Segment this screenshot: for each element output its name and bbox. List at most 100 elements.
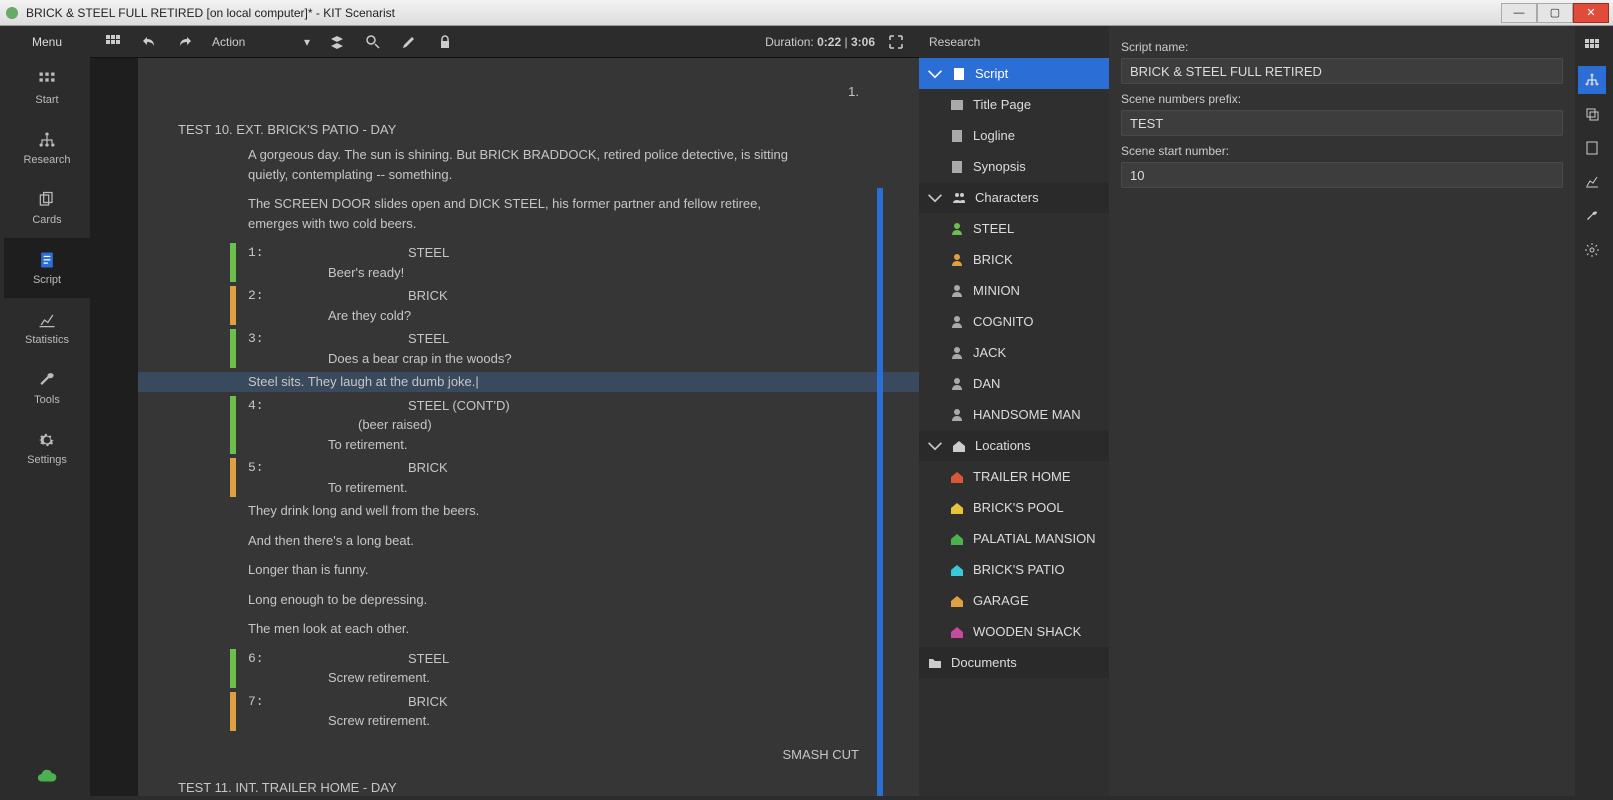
person-icon [949, 345, 965, 361]
current-line: Steel sits. They laugh at the dumb joke.… [138, 372, 919, 392]
right-tool-wrench[interactable] [1578, 202, 1606, 230]
scene-prefix-input[interactable] [1121, 110, 1563, 136]
page-number: 1. [178, 82, 859, 102]
paragraph-style-select[interactable]: Action ▾ [206, 30, 316, 54]
home-icon [949, 500, 965, 516]
duration-label: Duration: [765, 35, 814, 49]
document-icon [951, 66, 967, 82]
sidebar-item-settings[interactable]: Settings [4, 418, 90, 478]
gear-icon [37, 430, 57, 450]
person-icon [949, 407, 965, 423]
tree-item-location[interactable]: TRAILER HOME [919, 461, 1109, 492]
revision-number: 5: [248, 458, 264, 478]
tree-item-character[interactable]: DAN [919, 368, 1109, 399]
scene-start-input[interactable] [1121, 162, 1563, 188]
person-icon [949, 376, 965, 392]
tree-item-character[interactable]: JACK [919, 337, 1109, 368]
sidebar-item-research[interactable]: Research [4, 118, 90, 178]
sidebar-item-script[interactable]: Script [4, 238, 90, 298]
search-button[interactable] [358, 27, 388, 57]
editor-gutter [90, 58, 138, 796]
sidebar-label: Settings [27, 454, 67, 466]
tree-label: JACK [973, 345, 1006, 360]
script-name-input[interactable] [1121, 58, 1563, 84]
dialogue-line: Screw retirement. [328, 668, 869, 688]
edit-button[interactable] [394, 27, 424, 57]
properties-form: Script name: Scene numbers prefix: Scene… [1109, 26, 1575, 796]
duration-display: Duration: 0:22 | 3:06 [765, 35, 875, 49]
right-tool-grid[interactable] [1578, 32, 1606, 60]
tree-item-synopsis[interactable]: Synopsis [919, 151, 1109, 182]
document-icon [1584, 140, 1600, 156]
tree-item-location[interactable]: GARAGE [919, 585, 1109, 616]
window-maximize-button[interactable]: ▢ [1537, 3, 1573, 23]
tree-item-character[interactable]: BRICK [919, 244, 1109, 275]
revision-number: 7: [248, 692, 264, 712]
sidebar-label: Start [35, 94, 58, 106]
dialogue-block: 6:STEELScrew retirement. [178, 649, 869, 688]
tree-group-documents[interactable]: Documents [919, 647, 1109, 678]
home-icon [949, 531, 965, 547]
text-icon [949, 159, 965, 175]
right-tool-settings[interactable] [1578, 236, 1606, 264]
tree-item-character[interactable]: MINION [919, 275, 1109, 306]
menu-button[interactable]: Menu [4, 26, 90, 58]
right-tool-doc[interactable] [1578, 134, 1606, 162]
tree-item-location[interactable]: WOODEN SHACK [919, 616, 1109, 647]
dialogue-line: Screw retirement. [328, 711, 869, 731]
sidebar-item-tools[interactable]: Tools [4, 358, 90, 418]
tree-item-logline[interactable]: Logline [919, 120, 1109, 151]
sidebar-item-start[interactable]: Start [4, 58, 90, 118]
tree-item-character[interactable]: HANDSOME MAN [919, 399, 1109, 430]
window-close-button[interactable]: ✕ [1573, 3, 1609, 23]
tree-label: GARAGE [973, 593, 1029, 608]
text-icon [949, 128, 965, 144]
revision-number: 1: [248, 243, 264, 263]
revision-number: 2: [248, 286, 264, 306]
undo-button[interactable] [134, 27, 164, 57]
right-tool-stats[interactable] [1578, 168, 1606, 196]
undo-icon [141, 34, 157, 50]
tree-item-location[interactable]: BRICK'S PATIO [919, 554, 1109, 585]
dialogue-line: Beer's ready! [328, 263, 869, 283]
tree-group-script[interactable]: Script [919, 58, 1109, 89]
outline-view-button[interactable] [98, 27, 128, 57]
dialogue-block: 3:STEELDoes a bear crap in the woods? [178, 329, 869, 368]
right-tool-tree[interactable] [1578, 66, 1606, 94]
tree-item-character[interactable]: STEEL [919, 213, 1109, 244]
sidebar-label: Research [23, 154, 70, 166]
cloud-status[interactable] [4, 756, 90, 796]
character-name: BRICK [408, 286, 869, 306]
sidebar-item-statistics[interactable]: Statistics [4, 298, 90, 358]
script-page[interactable]: 1. TEST 10. EXT. BRICK'S PATIO - DAY A g… [138, 58, 919, 796]
sidebar-label: Cards [32, 214, 61, 226]
layers-button[interactable] [322, 27, 352, 57]
chevron-down-icon: ▾ [304, 35, 310, 49]
tree-label: MINION [973, 283, 1020, 298]
tree-group-locations[interactable]: Locations [919, 430, 1109, 461]
right-tool-copy[interactable] [1578, 100, 1606, 128]
tree-group-characters[interactable]: Characters [919, 182, 1109, 213]
tree-label: Synopsis [973, 159, 1026, 174]
revision-number: 4: [248, 396, 264, 416]
grid-icon [1584, 38, 1600, 54]
window-title: BRICK & STEEL FULL RETIRED [on local com… [26, 6, 1501, 20]
chart-icon [1584, 174, 1600, 190]
document-icon [37, 250, 57, 270]
tree-item-title-page[interactable]: Title Page [919, 89, 1109, 120]
duration-current: 0:22 [817, 35, 841, 49]
revision-number: 3: [248, 329, 264, 349]
tree-item-location[interactable]: BRICK'S POOL [919, 492, 1109, 523]
lock-button[interactable] [430, 27, 460, 57]
editor-area[interactable]: 1. TEST 10. EXT. BRICK'S PATIO - DAY A g… [90, 58, 919, 796]
pencil-icon [401, 34, 417, 50]
chart-icon [37, 310, 57, 330]
fullscreen-button[interactable] [881, 27, 911, 57]
tree-item-location[interactable]: PALATIAL MANSION [919, 523, 1109, 554]
tree-item-character[interactable]: COGNITO [919, 306, 1109, 337]
sidebar-item-cards[interactable]: Cards [4, 178, 90, 238]
style-value: Action [212, 35, 245, 49]
redo-button[interactable] [170, 27, 200, 57]
tree-label: Documents [951, 655, 1017, 670]
window-minimize-button[interactable]: — [1501, 3, 1537, 23]
